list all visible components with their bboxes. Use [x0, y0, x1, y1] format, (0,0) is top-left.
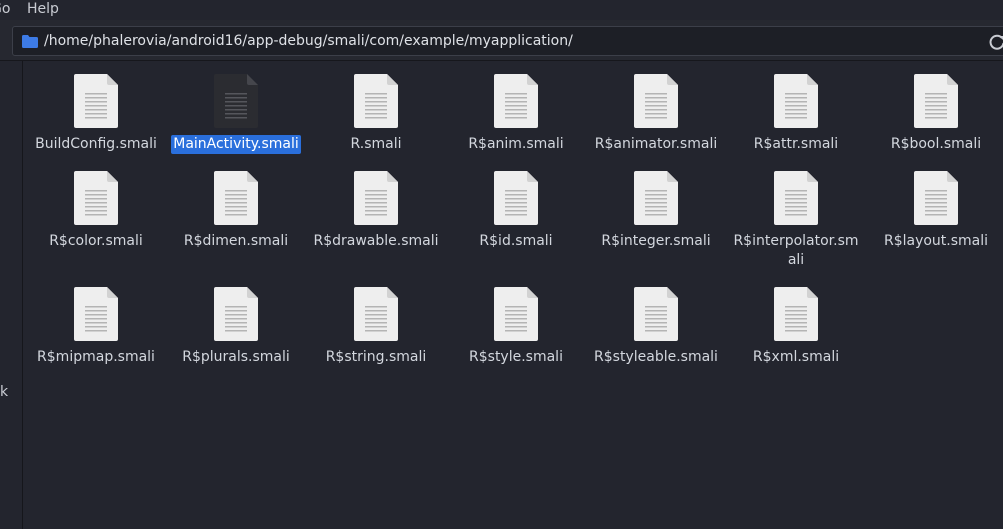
file-name: R$styleable.smali [594, 349, 718, 365]
text-file-icon [214, 287, 258, 341]
file-name: R$drawable.smali [313, 233, 439, 249]
text-file-icon [774, 74, 818, 128]
file-name: R$color.smali [49, 233, 143, 249]
file-name: R$style.smali [469, 349, 563, 365]
file-item[interactable]: R$attr.smali [726, 74, 866, 154]
file-item[interactable]: R$bool.smali [866, 74, 1003, 154]
file-name: R$string.smali [325, 349, 427, 365]
file-item[interactable]: R$plurals.smali [166, 287, 306, 367]
file-name: R$attr.smali [753, 136, 839, 152]
menu-go[interactable]: Go [0, 0, 10, 18]
toolbar: /home/phalerovia/android16/app-debug/sma… [0, 20, 1003, 61]
file-item[interactable]: R$animator.smali [586, 74, 726, 154]
file-name: BuildConfig.smali [35, 136, 157, 152]
sidebar-partial-label[interactable]: k [0, 384, 8, 400]
file-item[interactable]: R$layout.smali [866, 171, 1003, 251]
file-item[interactable]: BuildConfig.smali [26, 74, 166, 154]
file-name: R$plurals.smali [182, 349, 290, 365]
file-name: R$anim.smali [468, 136, 564, 152]
folder-icon [22, 35, 38, 48]
text-file-icon [74, 74, 118, 128]
file-name: R$xml.smali [752, 349, 840, 365]
file-item[interactable]: R$xml.smali [726, 287, 866, 367]
text-file-icon [354, 171, 398, 225]
file-item[interactable]: R$styleable.smali [586, 287, 726, 367]
file-item[interactable]: MainActivity.smali [166, 74, 306, 154]
text-file-icon [494, 287, 538, 341]
text-file-icon [354, 287, 398, 341]
text-file-icon [914, 171, 958, 225]
file-name: R$dimen.smali [183, 233, 289, 249]
text-file-icon [634, 287, 678, 341]
file-item[interactable]: R.smali [306, 74, 446, 154]
file-item[interactable]: R$string.smali [306, 287, 446, 367]
file-name: R$id.smali [479, 233, 553, 249]
menu-bar: Go Help [0, 0, 1003, 20]
file-item[interactable]: R$interpolator.smali [726, 171, 866, 270]
location-path[interactable]: /home/phalerovia/android16/app-debug/sma… [44, 27, 573, 56]
text-file-icon [774, 171, 818, 225]
file-name: R$bool.smali [890, 136, 982, 152]
file-item[interactable]: R$style.smali [446, 287, 586, 367]
text-file-icon [634, 171, 678, 225]
text-file-icon [74, 287, 118, 341]
text-file-icon [494, 171, 538, 225]
sidebar: k [0, 61, 23, 529]
reload-icon[interactable] [988, 33, 1003, 51]
file-name: R$layout.smali [883, 233, 989, 249]
location-bar[interactable]: /home/phalerovia/android16/app-debug/sma… [12, 26, 1003, 56]
file-item[interactable]: R$dimen.smali [166, 171, 306, 251]
text-file-icon [214, 74, 258, 128]
file-name: MainActivity.smali [171, 135, 301, 154]
file-name: R.smali [350, 136, 402, 152]
file-name: R$animator.smali [594, 136, 718, 152]
text-file-icon [214, 171, 258, 225]
file-name: R$interpolator.smali [733, 233, 859, 268]
text-file-icon [74, 171, 118, 225]
file-grid: BuildConfig.smali MainActivity.smali R.s… [23, 61, 1003, 529]
text-file-icon [914, 74, 958, 128]
text-file-icon [494, 74, 538, 128]
file-item[interactable]: R$drawable.smali [306, 171, 446, 251]
text-file-icon [354, 74, 398, 128]
file-name: R$mipmap.smali [37, 349, 155, 365]
menu-help[interactable]: Help [27, 0, 59, 18]
file-name: R$integer.smali [601, 233, 711, 249]
file-item[interactable]: R$anim.smali [446, 74, 586, 154]
file-item[interactable]: R$integer.smali [586, 171, 726, 251]
file-item[interactable]: R$id.smali [446, 171, 586, 251]
text-file-icon [774, 287, 818, 341]
file-item[interactable]: R$color.smali [26, 171, 166, 251]
file-item[interactable]: R$mipmap.smali [26, 287, 166, 367]
text-file-icon [634, 74, 678, 128]
